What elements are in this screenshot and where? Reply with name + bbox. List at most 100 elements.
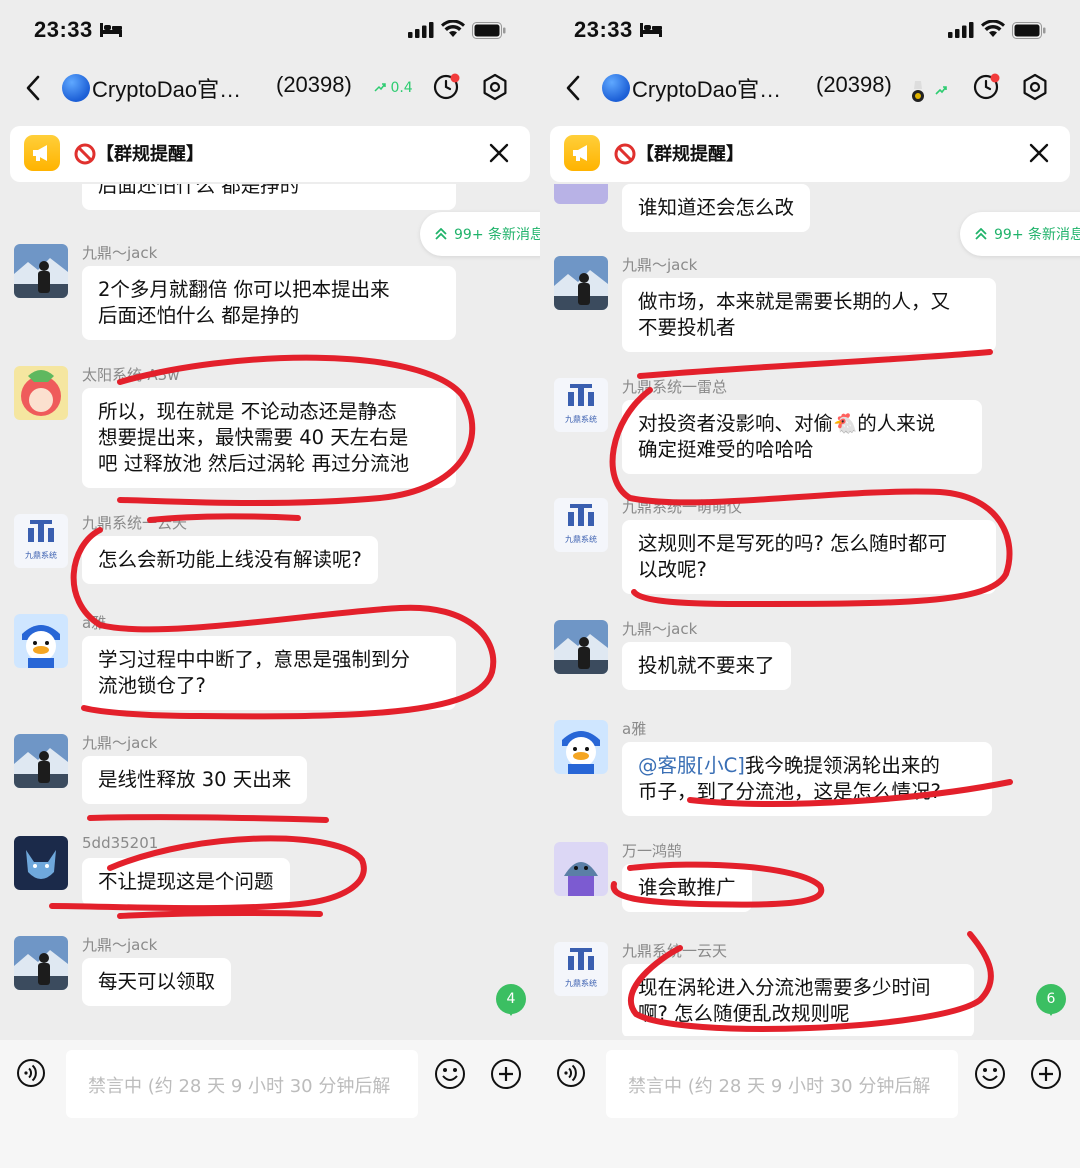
back-arrow-icon[interactable]	[562, 74, 584, 102]
sleep-focus-icon	[640, 23, 662, 37]
unread-mention-badge[interactable]: 4	[496, 984, 526, 1016]
avatar-shark[interactable]	[554, 842, 608, 896]
muted-input-field[interactable]: 禁言中 (约 28 天 9 小时 30 分钟后解	[606, 1050, 958, 1118]
plus-icon[interactable]	[490, 1058, 522, 1090]
muted-input-field[interactable]: 禁言中 (约 28 天 9 小时 30 分钟后解	[66, 1050, 418, 1118]
input-bar: 禁言中 (约 28 天 9 小时 30 分钟后解	[0, 1040, 540, 1168]
unread-mention-badge[interactable]: 6	[1036, 984, 1066, 1016]
settings-icon[interactable]	[1020, 72, 1050, 102]
battery-icon	[1012, 22, 1046, 39]
message-bubble: 谁会敢推广	[622, 864, 752, 912]
message-bubble-partial: 后面还怕什么 都是挣的	[82, 184, 456, 210]
notice-text: 【群规提醒】	[96, 144, 204, 165]
activity-ring-icon[interactable]	[971, 72, 1001, 102]
sender-name: 九鼎～jack	[622, 256, 698, 274]
member-count: (20398)	[276, 72, 352, 97]
sleep-focus-icon	[100, 23, 122, 37]
sender-name: 九鼎～jack	[82, 936, 158, 954]
message-bubble: 这规则不是写死的吗? 怎么随时都可 以改呢?	[622, 520, 996, 594]
message-list[interactable]: 后面还怕什么 都是挣的 九鼎～jack 2个多月就翻倍 你可以把本提出来 后面还…	[0, 184, 540, 1036]
avatar-redhair[interactable]	[14, 366, 68, 420]
avatar-wolf[interactable]	[14, 836, 68, 890]
notice-text: 【群规提醒】	[636, 144, 744, 165]
blue-circle-emoji	[62, 74, 90, 102]
sender-name: 九鼎～jack	[82, 734, 158, 752]
new-messages-pill[interactable]: 99+ 条新消息	[960, 212, 1080, 256]
emoji-icon[interactable]	[974, 1058, 1006, 1090]
trend-indicator: 0.4	[374, 80, 416, 96]
pinned-notice-bar[interactable]: 【群规提醒】	[550, 126, 1070, 182]
chat-title[interactable]: CryptoDao官…	[92, 72, 241, 104]
status-bar: 23:33	[0, 0, 540, 60]
message-bubble: 所以，现在就是 不论动态还是静态 想要提出来，最快需要 40 天左右是 吧 过释…	[82, 388, 456, 488]
message-bubble: 是线性释放 30 天出来	[82, 756, 308, 804]
chat-title[interactable]: CryptoDao官…	[632, 72, 781, 104]
message-bubble: 不让提现这是个问题	[82, 858, 290, 906]
sender-name: 九鼎～jack	[622, 620, 698, 638]
avatar-logo[interactable]: 九鼎系统	[14, 514, 68, 568]
new-messages-pill[interactable]: 99+ 条新消息	[420, 212, 540, 256]
close-icon[interactable]	[488, 142, 510, 164]
sender-name: 九鼎～jack	[82, 244, 158, 262]
input-bar: 禁言中 (约 28 天 9 小时 30 分钟后解	[540, 1040, 1080, 1168]
message-bubble: 做市场，本来就是需要长期的人，又 不要投机者	[622, 278, 996, 352]
sender-name: 九鼎系统一云天	[82, 514, 188, 532]
rank-badge-icon	[912, 81, 947, 102]
message-bubble: 对投资者没影响、对偷🐔的人来说 确定挺难受的哈哈哈	[622, 400, 982, 474]
back-arrow-icon[interactable]	[22, 74, 44, 102]
avatar-duck[interactable]	[14, 614, 68, 668]
signal-icon	[408, 22, 434, 38]
message-bubble: 现在涡轮进入分流池需要多少时间 啊? 怎么随便乱改规则呢	[622, 964, 974, 1036]
avatar-mountain[interactable]	[554, 620, 608, 674]
wifi-icon	[441, 20, 465, 37]
trend-up-icon	[374, 83, 386, 92]
sender-name: 九鼎系统一云天	[622, 942, 728, 960]
avatar-duck[interactable]	[554, 720, 608, 774]
emoji-icon[interactable]	[434, 1058, 466, 1090]
prohibited-icon	[614, 143, 636, 165]
battery-icon	[472, 22, 506, 39]
plus-icon[interactable]	[1030, 1058, 1062, 1090]
avatar-partial	[554, 184, 608, 204]
pinned-notice-bar[interactable]: 【群规提醒】	[10, 126, 530, 182]
jiuding-logo-icon	[568, 384, 594, 406]
status-bar: 23:33	[540, 0, 1080, 60]
trend-value: 0.4	[390, 80, 413, 96]
phone-screen-right: 23:33 CryptoDao官… (20398) 【群规提醒】 谁知道还会怎么…	[540, 0, 1080, 1168]
new-messages-label: 99+ 条新消息	[994, 227, 1080, 243]
logo-caption: 九鼎系统	[565, 979, 597, 988]
logo-caption: 九鼎系统	[25, 551, 57, 560]
message-bubble: 投机就不要来了	[622, 642, 791, 690]
avatar-logo[interactable]: 九鼎系统	[554, 498, 608, 552]
signal-icon	[948, 22, 974, 38]
message-list[interactable]: 谁知道还会怎么改 九鼎～jack 做市场，本来就是需要长期的人，又 不要投机者 …	[540, 184, 1080, 1036]
voice-icon[interactable]	[16, 1058, 46, 1088]
message-bubble: 怎么会新功能上线没有解读呢?	[82, 536, 378, 584]
logo-caption: 九鼎系统	[565, 415, 597, 424]
message-bubble: 每天可以领取	[82, 958, 232, 1006]
sender-name: 九鼎系统一雷总	[622, 378, 728, 396]
message-bubble: 2个多月就翻倍 你可以把本提出来 后面还怕什么 都是挣的	[82, 266, 456, 340]
avatar-mountain[interactable]	[554, 256, 608, 310]
avatar-mountain[interactable]	[14, 936, 68, 990]
clock: 23:33	[34, 17, 93, 42]
voice-icon[interactable]	[556, 1058, 586, 1088]
message-bubble: @客服[小C]我今晚提领涡轮出来的 币子，到了分流池，这是怎么情况?	[622, 742, 992, 816]
avatar-logo[interactable]: 九鼎系统	[554, 942, 608, 996]
settings-icon[interactable]	[480, 72, 510, 102]
jiuding-logo-icon	[568, 948, 594, 970]
muted-placeholder: 禁言中 (约 28 天 9 小时 30 分钟后解	[628, 1076, 931, 1097]
avatar-mountain[interactable]	[14, 244, 68, 298]
double-chevron-up-icon	[435, 228, 447, 240]
activity-ring-icon[interactable]	[431, 72, 461, 102]
avatar-mountain[interactable]	[14, 734, 68, 788]
message-bubble-partial: 谁知道还会怎么改	[622, 184, 811, 232]
megaphone-icon	[24, 135, 60, 171]
wifi-icon	[981, 20, 1005, 37]
sender-name: 九鼎系统一萌萌仪	[622, 498, 743, 516]
mention-link[interactable]: @客服[小C]	[638, 754, 745, 777]
avatar-logo[interactable]: 九鼎系统	[554, 378, 608, 432]
double-chevron-up-icon	[975, 228, 987, 240]
close-icon[interactable]	[1028, 142, 1050, 164]
logo-caption: 九鼎系统	[565, 535, 597, 544]
